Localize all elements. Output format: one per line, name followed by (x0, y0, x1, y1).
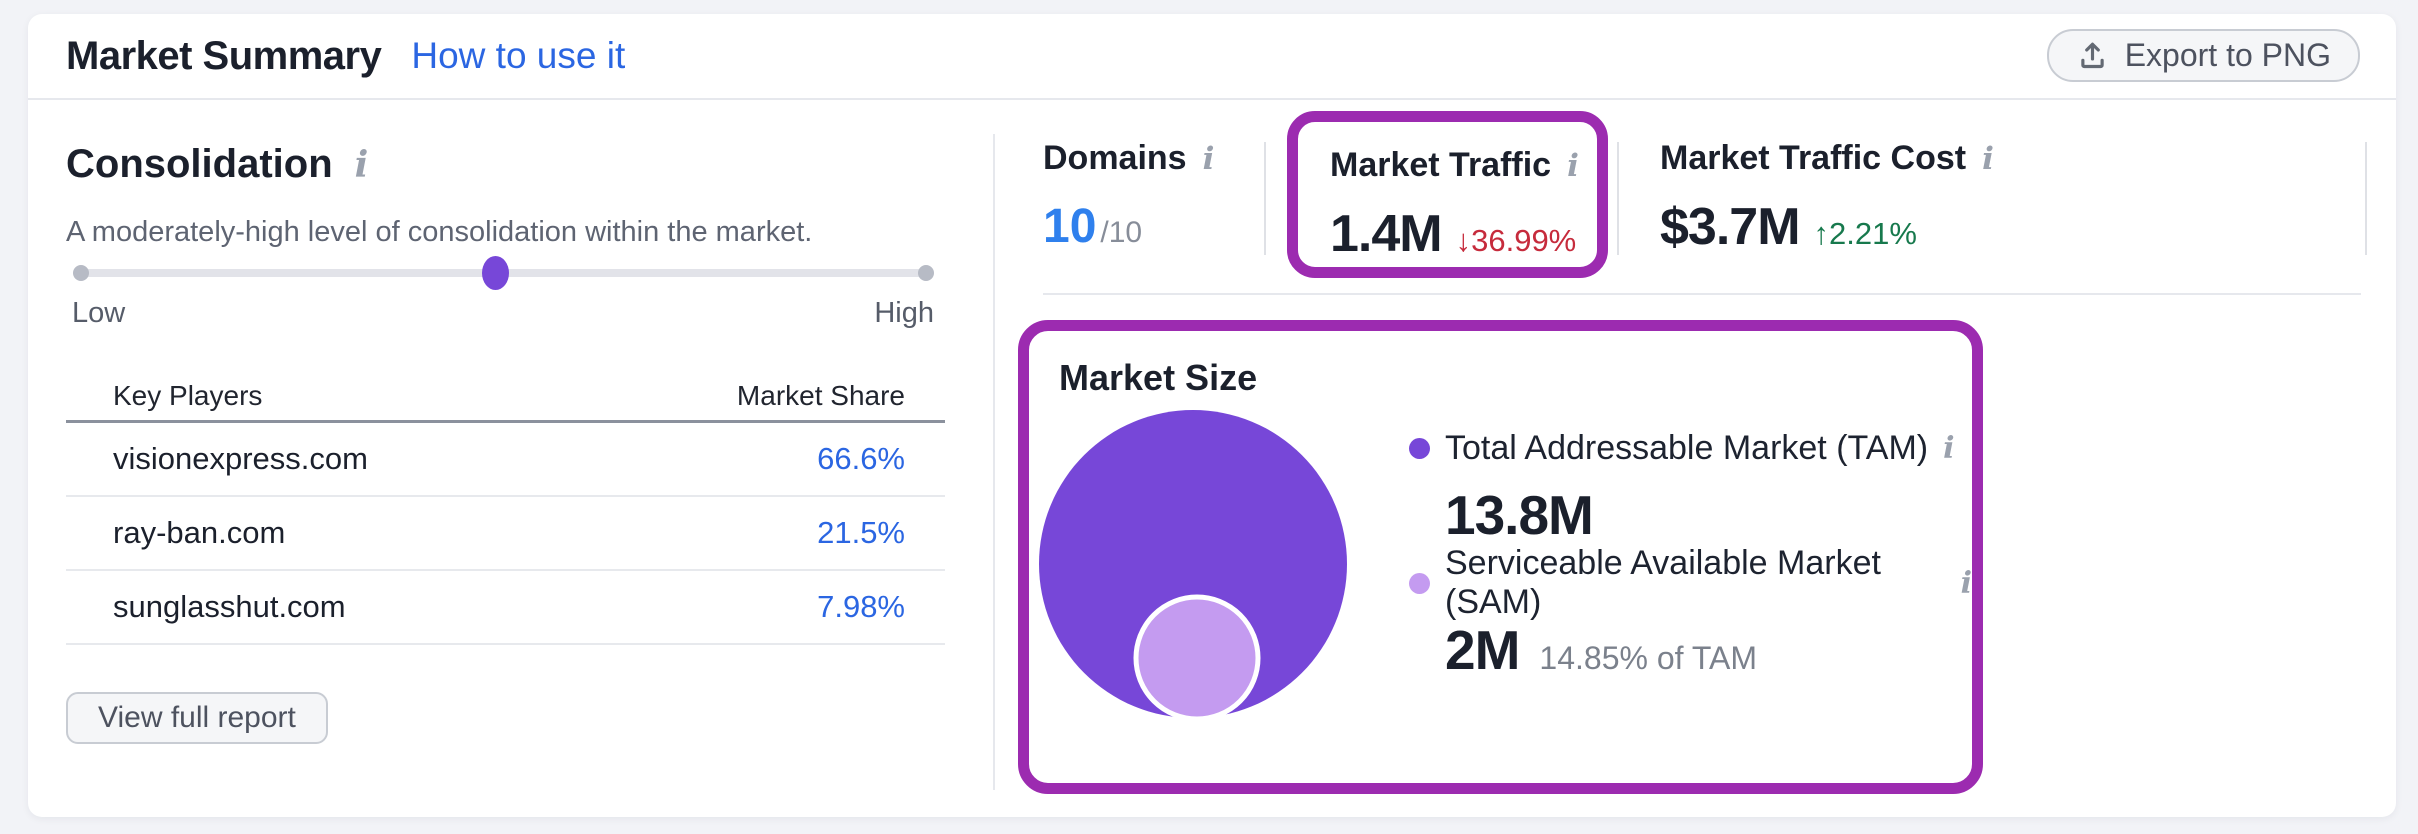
export-button-label: Export to PNG (2125, 37, 2331, 74)
market-share-value[interactable]: 7.98% (817, 589, 905, 625)
domains-value: 10 (1043, 199, 1096, 255)
table-header-row: Key Players Market Share (66, 371, 945, 423)
market-traffic-stat-highlighted: Market Traffic i 1.4M ↓36.99% (1287, 111, 1608, 278)
sam-legend: Serviceable Available Market (SAM) i 2M … (1409, 561, 1972, 682)
slider-end-dot-low (73, 265, 89, 281)
slider-labels: Low High (72, 297, 934, 330)
key-players-table: Key Players Market Share visionexpress.c… (66, 371, 945, 645)
sam-value: 2M (1445, 618, 1519, 682)
view-full-report-button[interactable]: View full report (66, 692, 328, 744)
player-domain: sunglasshut.com (113, 589, 346, 625)
market-share-value[interactable]: 66.6% (817, 441, 905, 477)
player-domain: ray-ban.com (113, 515, 285, 551)
slider-low-label: Low (72, 297, 125, 330)
tam-value: 13.8M (1445, 483, 1593, 547)
sam-bullet-icon (1409, 573, 1430, 594)
tam-label: Total Addressable Market (TAM) (1445, 429, 1928, 468)
info-icon[interactable]: i (1203, 141, 1215, 177)
market-traffic-cost-label: Market Traffic Cost (1660, 138, 1966, 178)
table-row: ray-ban.com 21.5% (66, 497, 945, 571)
consolidation-header: Consolidation i (66, 142, 368, 187)
stat-divider (2365, 142, 2367, 255)
export-icon (2076, 39, 2109, 72)
market-share-column-header: Market Share (737, 380, 905, 412)
slider-end-dot-high (918, 265, 934, 281)
stat-divider (1617, 142, 1619, 255)
consolidation-slider[interactable] (75, 255, 932, 291)
stats-row-divider (1043, 293, 2361, 295)
slider-thumb[interactable] (482, 256, 509, 290)
tam-bullet-icon (1409, 438, 1430, 459)
domains-total: /10 (1100, 216, 1142, 250)
market-traffic-delta: ↓36.99% (1456, 223, 1577, 259)
sam-label: Serviceable Available Market (SAM) (1445, 544, 1946, 622)
page-title: Market Summary (66, 34, 381, 79)
column-divider (993, 134, 995, 790)
table-row: visionexpress.com 66.6% (66, 423, 945, 497)
tam-legend: Total Addressable Market (TAM) i 13.8M (1409, 426, 1955, 547)
slider-high-label: High (874, 297, 934, 330)
market-traffic-cost-value: $3.7M (1660, 199, 1800, 255)
player-domain: visionexpress.com (113, 441, 368, 477)
key-players-column-header: Key Players (113, 380, 262, 412)
info-icon[interactable]: i (1961, 566, 1972, 601)
market-summary-card: Market Summary How to use it Export to P… (28, 14, 2396, 817)
info-icon[interactable]: i (355, 144, 369, 186)
table-row: sunglasshut.com 7.98% (66, 571, 945, 645)
market-share-value[interactable]: 21.5% (817, 515, 905, 551)
market-traffic-cost-delta: ↑2.21% (1814, 216, 1917, 252)
consolidation-title: Consolidation (66, 142, 333, 187)
how-to-use-link[interactable]: How to use it (411, 35, 625, 77)
sam-percent-of-tam: 14.85% of TAM (1539, 640, 1757, 677)
header-divider (28, 98, 2396, 100)
stat-divider (1264, 142, 1266, 255)
info-icon[interactable]: i (1943, 431, 1954, 466)
market-traffic-cost-stat: Market Traffic Cost i $3.7M ↑2.21% (1660, 138, 1994, 255)
info-icon[interactable]: i (1982, 141, 1994, 177)
market-size-section-highlighted: Market Size Total Addressable Market (TA… (1018, 320, 1983, 794)
domains-label: Domains (1043, 138, 1187, 178)
info-icon[interactable]: i (1567, 148, 1579, 184)
sam-bubble (1136, 597, 1258, 719)
domains-stat: Domains i 10 /10 (1043, 138, 1214, 255)
export-to-png-button[interactable]: Export to PNG (2047, 29, 2360, 82)
market-traffic-value: 1.4M (1330, 206, 1442, 262)
market-traffic-label: Market Traffic (1330, 145, 1551, 185)
consolidation-description: A moderately-high level of consolidation… (66, 216, 812, 249)
card-header: Market Summary How to use it (66, 14, 625, 98)
